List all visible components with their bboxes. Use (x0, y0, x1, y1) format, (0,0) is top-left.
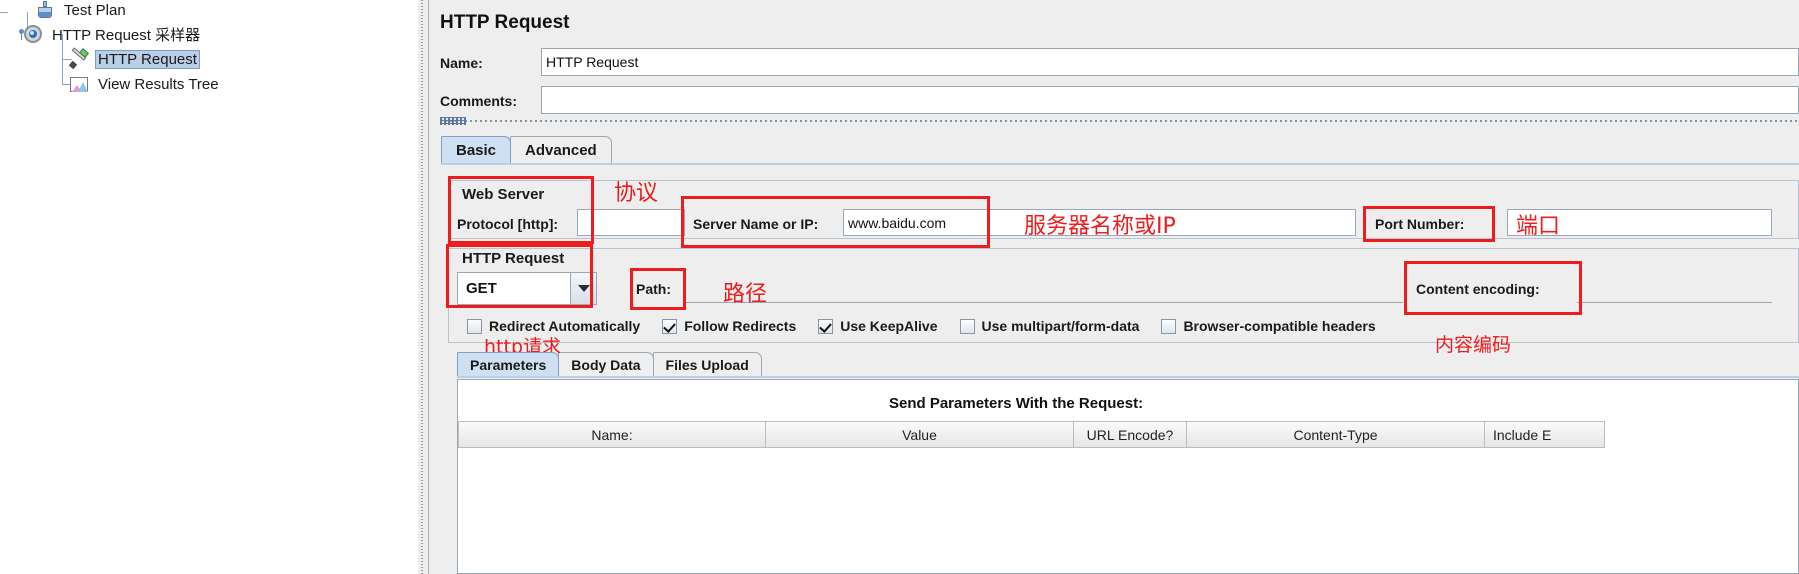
checkbox-follow-redirects[interactable]: Follow Redirects (662, 318, 796, 334)
tab-files-upload[interactable]: Files Upload (652, 352, 762, 376)
column-header-value[interactable]: Value (766, 421, 1074, 448)
method-select-value: GET (466, 280, 497, 297)
pipette-icon (68, 47, 90, 70)
parameters-table-header: Name: Value URL Encode? Content-Type Inc… (458, 421, 1605, 448)
checkbox-label: Use multipart/form-data (981, 318, 1140, 334)
split-pane-divider[interactable] (418, 0, 429, 574)
comments-label: Comments: (440, 93, 518, 109)
tree-node-label: HTTP Request 采样器 (52, 26, 201, 44)
path-label: Path: (636, 281, 671, 297)
web-server-group-title: Web Server (457, 186, 550, 203)
tree-node-label: View Results Tree (98, 75, 219, 93)
tree-node-http-request-sampler[interactable]: HTTP Request 采样器 (10, 22, 203, 46)
page-title: HTTP Request (440, 12, 570, 33)
parameters-tab-underline (457, 376, 1799, 378)
content-encoding-input[interactable] (1577, 272, 1772, 303)
request-options-checkbox-row[interactable]: Redirect Automatically Follow Redirects … (467, 318, 1398, 334)
tree-node-test-plan[interactable]: Test Plan (34, 0, 129, 22)
gear-icon (22, 23, 44, 45)
annotation-label-server-name: 服务器名称或IP (1024, 214, 1176, 239)
send-parameters-label: Send Parameters With the Request: (889, 395, 1144, 412)
column-header-url-encode[interactable]: URL Encode? (1074, 421, 1187, 448)
drag-grip-icon (440, 117, 466, 125)
http-request-editor-panel: HTTP Request Name: HTTP Request Comments… (418, 0, 1799, 574)
split-pane-grip (421, 0, 423, 574)
panel-drag-bar[interactable] (440, 117, 1799, 125)
checkbox-label: Use KeepAlive (840, 318, 938, 334)
tab-advanced[interactable]: Advanced (510, 136, 612, 163)
annotation-label-protocol: 协议 (614, 181, 659, 206)
content-encoding-label: Content encoding: (1416, 281, 1540, 297)
annotation-label-path: 路径 (723, 282, 768, 307)
checkbox-box-icon[interactable] (467, 318, 482, 334)
column-header-include-equals[interactable]: Include E (1485, 421, 1605, 448)
checkbox-box-icon[interactable] (1161, 318, 1177, 334)
tree-node-label: HTTP Request (95, 49, 200, 69)
tab-parameters[interactable]: Parameters (457, 352, 560, 376)
checkbox-use-multipart-form-data[interactable]: Use multipart/form-data (959, 318, 1140, 334)
annotation-label-content-encoding: 内容编码 (1435, 334, 1512, 356)
tree-node-http-request[interactable]: HTTP Request (68, 47, 200, 71)
method-select[interactable]: GET (457, 272, 597, 305)
tree-node-view-results-tree[interactable]: View Results Tree (68, 72, 222, 96)
tab-basic[interactable]: Basic (441, 136, 512, 163)
name-label: Name: (440, 55, 483, 71)
name-input[interactable]: HTTP Request (541, 48, 1799, 76)
checkbox-use-keepalive[interactable]: Use KeepAlive (818, 318, 938, 334)
server-name-label: Server Name or IP: (693, 216, 819, 232)
checkbox-box-icon[interactable] (818, 318, 834, 334)
chevron-down-icon[interactable] (570, 273, 596, 304)
path-input[interactable] (683, 272, 1403, 303)
parameters-tabstrip[interactable]: Parameters Body Data Files Upload (457, 352, 762, 376)
checkbox-browser-compatible-headers[interactable]: Browser-compatible headers (1161, 318, 1376, 334)
protocol-input[interactable] (577, 209, 685, 236)
http-request-group-title: HTTP Request (457, 250, 570, 267)
checkbox-box-icon[interactable] (959, 318, 975, 334)
tree-connector (0, 12, 8, 13)
comments-input[interactable] (541, 86, 1799, 114)
tab-underline (441, 163, 1799, 165)
flask-icon (34, 0, 56, 21)
tree-node-label: Test Plan (64, 1, 126, 19)
checkbox-box-icon[interactable] (662, 318, 678, 334)
protocol-label: Protocol [http]: (457, 216, 559, 232)
column-header-content-type[interactable]: Content-Type (1187, 421, 1485, 448)
tab-body-data[interactable]: Body Data (558, 352, 654, 376)
column-header-name[interactable]: Name: (458, 421, 766, 448)
jmeter-window: Test Plan HTTP Request 采样器 HTTP Request … (0, 0, 1799, 574)
results-chart-icon (68, 73, 90, 95)
test-plan-tree[interactable]: Test Plan HTTP Request 采样器 HTTP Request … (0, 0, 418, 574)
editor-body: HTTP Request Name: HTTP Request Comments… (429, 0, 1799, 574)
checkbox-label: Browser-compatible headers (1183, 318, 1376, 334)
annotation-label-port: 端口 (1516, 214, 1561, 239)
main-tabstrip[interactable]: Basic Advanced (441, 136, 612, 163)
checkbox-label: Follow Redirects (684, 318, 797, 334)
port-number-label: Port Number: (1375, 216, 1465, 232)
